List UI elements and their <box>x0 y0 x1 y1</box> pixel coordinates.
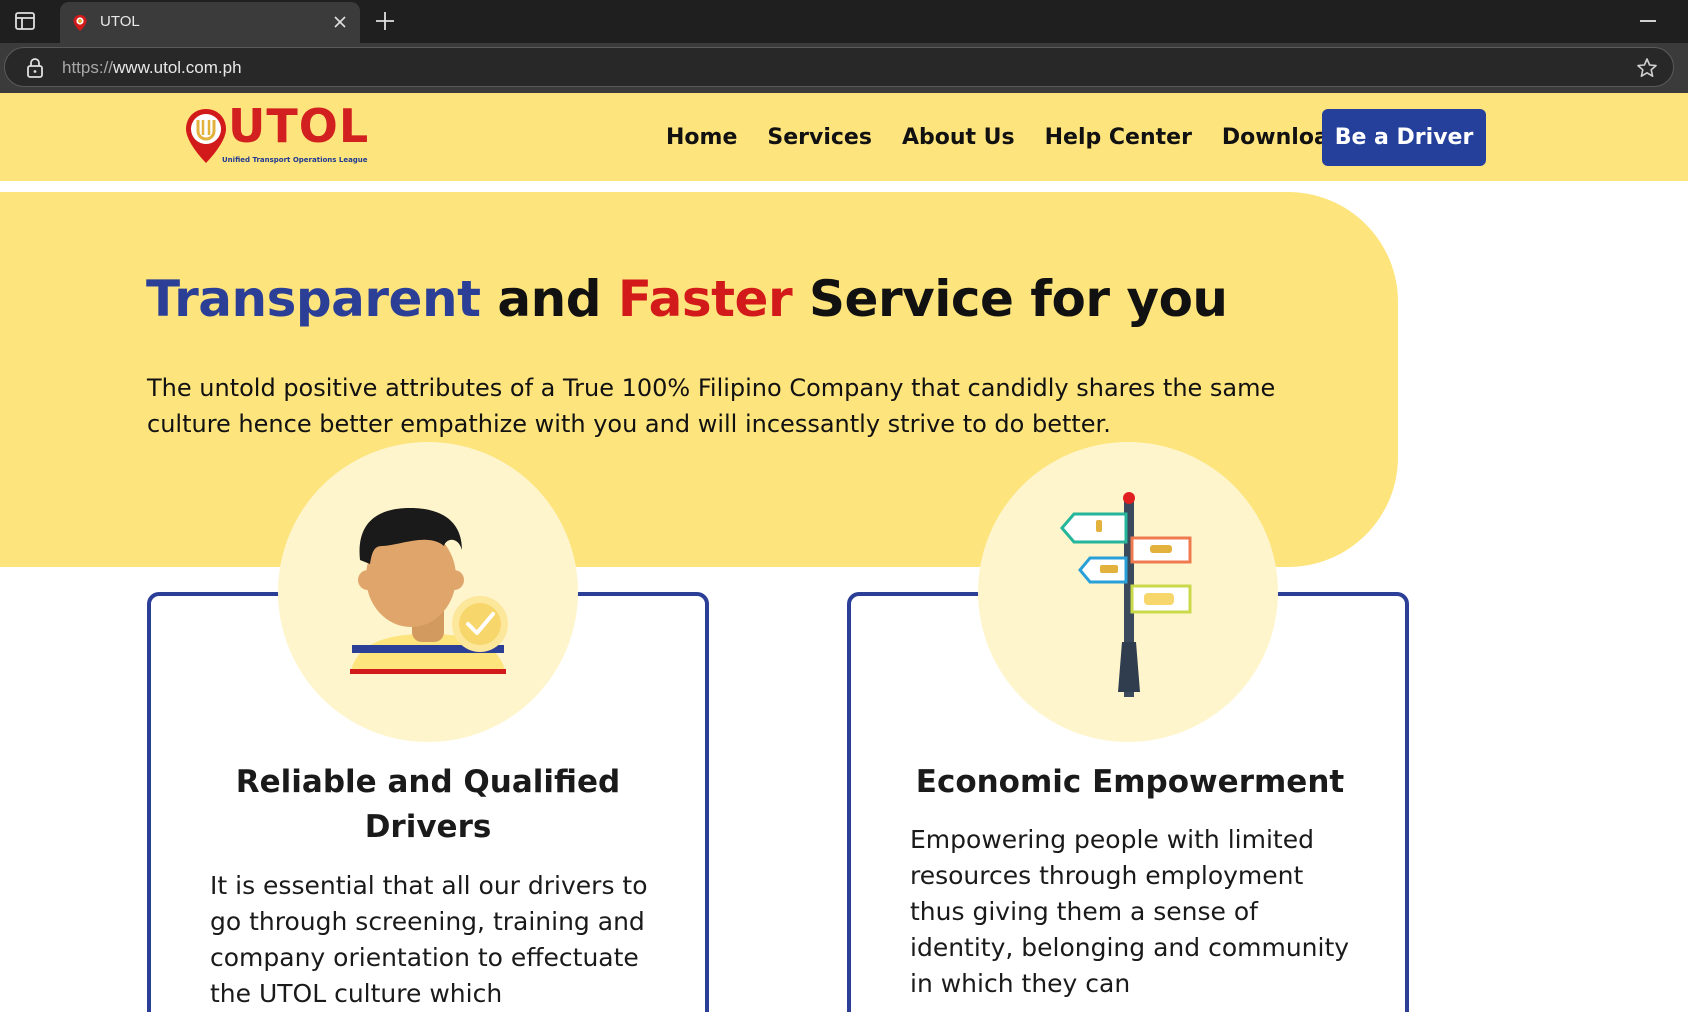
card-text-empowerment: Empowering people with limited resources… <box>910 825 1350 998</box>
lock-icon[interactable] <box>25 57 45 79</box>
sidebar-toggle-icon[interactable] <box>14 11 36 31</box>
star-icon[interactable] <box>1635 56 1659 80</box>
hero-title-service: Service for you <box>792 270 1228 328</box>
driver-avatar-icon <box>350 508 508 674</box>
hero-title: Transparent and Faster Service for you <box>146 270 1228 328</box>
card-text-drivers: It is essential that all our drivers to … <box>210 871 648 1008</box>
hero-title-transparent: Transparent <box>146 270 481 328</box>
url-host: www.utol.com.ph <box>113 58 242 77</box>
nav-about-us[interactable]: About Us <box>902 125 1015 150</box>
card-title-empowerment: Economic Empowerment <box>915 764 1345 800</box>
minimize-button[interactable] <box>1640 20 1656 22</box>
utol-logo[interactable]: UTOL Unified Transport Operations League <box>184 99 368 167</box>
browser-tab[interactable]: UTOL <box>60 2 360 43</box>
hero-title-and: and <box>480 270 618 328</box>
plus-icon[interactable] <box>374 10 396 32</box>
favicon-icon <box>73 15 87 31</box>
hero-description: The untold positive attributes of a True… <box>147 374 1276 438</box>
be-a-driver-button[interactable]: Be a Driver <box>1322 109 1486 166</box>
logo-text: UTOL <box>228 99 370 153</box>
browser-tab-bar: UTOL <box>0 0 1688 43</box>
logo-subtitle: Unified Transport Operations League <box>222 156 368 164</box>
signpost-illustration <box>978 442 1278 742</box>
url-protocol: https:// <box>62 58 114 77</box>
hero-title-faster: Faster <box>617 270 793 328</box>
signpost-icon <box>1060 492 1192 697</box>
url-text: https://www.utol.com.ph <box>62 58 242 78</box>
close-icon[interactable] <box>332 14 348 30</box>
nav-home[interactable]: Home <box>666 125 737 150</box>
nav-services[interactable]: Services <box>767 125 872 150</box>
driver-illustration <box>278 442 578 742</box>
browser-toolbar: https://www.utol.com.ph <box>0 43 1688 93</box>
address-bar[interactable]: https://www.utol.com.ph <box>4 47 1674 87</box>
site-header: UTOL Unified Transport Operations League… <box>0 93 1688 181</box>
tab-title: UTOL <box>100 13 140 30</box>
card-title-drivers: Reliable and Qualified Drivers <box>235 764 621 845</box>
nav-help-center[interactable]: Help Center <box>1045 125 1192 150</box>
main-nav: Home Services About Us Help Center Downl… <box>666 93 1375 181</box>
